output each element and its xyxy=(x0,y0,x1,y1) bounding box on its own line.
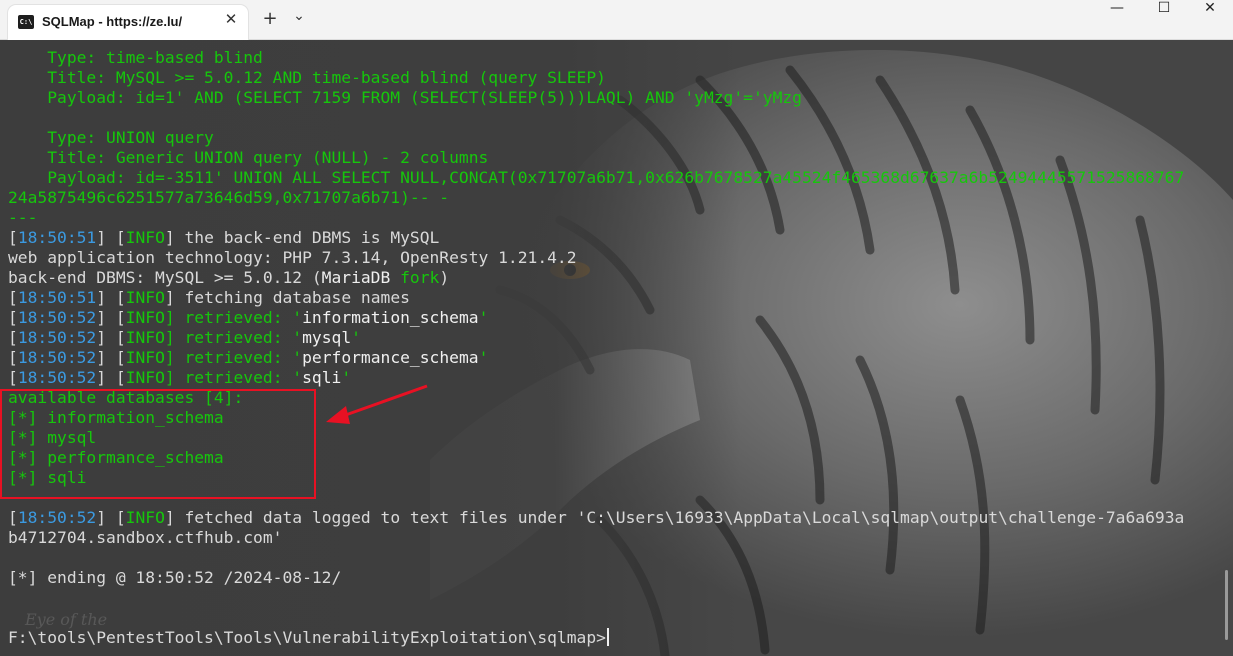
terminal-text-segment: INFO xyxy=(125,368,165,387)
terminal-line: --- xyxy=(8,208,1223,228)
terminal-text-segment: ) xyxy=(439,268,450,287)
terminal-text-segment: back-end DBMS: MySQL >= 5.0.12 ( xyxy=(8,268,322,287)
terminal-text-segment: web application technology: PHP 7.3.14, … xyxy=(8,248,577,267)
scrollbar[interactable] xyxy=(1225,570,1228,640)
terminal-text-segment: information_schema xyxy=(302,308,479,327)
terminal-text-segment: b4712704.sandbox.ctfhub.com' xyxy=(8,528,283,547)
terminal-text-segment: INFO xyxy=(125,508,165,527)
minimize-button[interactable]: — xyxy=(1094,0,1140,40)
terminal-line: back-end DBMS: MySQL >= 5.0.12 (MariaDB … xyxy=(8,268,1223,288)
terminal-text-segment: ' xyxy=(478,308,489,327)
text-cursor xyxy=(606,628,609,646)
terminal-line: Payload: id=-3511' UNION ALL SELECT NULL… xyxy=(8,168,1223,188)
terminal-line: [18:50:52] [INFO] retrieved: 'sqli' xyxy=(8,368,1223,388)
terminal-line: Type: time-based blind xyxy=(8,48,1223,68)
terminal-text-segment: [ xyxy=(8,308,18,327)
terminal-line: b4712704.sandbox.ctfhub.com' xyxy=(8,528,1223,548)
terminal-text-segment: fork xyxy=(400,268,440,287)
close-window-button[interactable]: ✕ xyxy=(1187,0,1233,40)
terminal-text-segment: mysql xyxy=(302,328,352,347)
tab-sqlmap[interactable]: C:\ SQLMap - https://ze.lu/ ✕ xyxy=(8,5,248,40)
terminal-line: Type: UNION query xyxy=(8,128,1223,148)
terminal-line: web application technology: PHP 7.3.14, … xyxy=(8,248,1223,268)
terminal-line: [18:50:51] [INFO] the back-end DBMS is M… xyxy=(8,228,1223,248)
terminal-text-segment: ] retrieved: ' xyxy=(164,308,303,327)
terminal-text-segment: ] retrieved: ' xyxy=(164,328,303,347)
title-bar: C:\ SQLMap - https://ze.lu/ ✕ + ⌄ — ☐ ✕ xyxy=(0,0,1233,40)
terminal-text-segment: performance_schema xyxy=(302,348,479,367)
terminal-text-segment: [ xyxy=(8,368,18,387)
terminal-line: 24a5875496c6251577a73646d59,0x71707a6b71… xyxy=(8,188,1223,208)
terminal-text-segment: F:\tools\PentestTools\Tools\Vulnerabilit… xyxy=(8,628,606,647)
terminal-text-segment: ' xyxy=(478,348,489,367)
terminal-text-segment: 18:50:51 xyxy=(17,228,97,247)
terminal-text-segment: ] [ xyxy=(96,328,126,347)
terminal-line: [18:50:52] [INFO] fetched data logged to… xyxy=(8,508,1223,528)
terminal-line: [*] ending @ 18:50:52 /2024-08-12/ xyxy=(8,568,1223,588)
terminal-text-segment: 24a5875496c6251577a73646d59,0x71707a6b71… xyxy=(8,188,450,207)
terminal-line: [18:50:52] [INFO] retrieved: 'performanc… xyxy=(8,348,1223,368)
terminal-text-segment: Title: MySQL >= 5.0.12 AND time-based bl… xyxy=(8,68,606,87)
terminal-text-segment: [ xyxy=(8,228,18,247)
close-tab-icon[interactable]: ✕ xyxy=(220,10,242,32)
terminal-text-segment: Payload: id=1' AND (SELECT 7159 FROM (SE… xyxy=(8,88,802,107)
terminal-text-segment: ] the back-end DBMS is MySQL xyxy=(164,228,440,247)
terminal-text-segment: INFO xyxy=(125,328,165,347)
terminal-text-segment: [ xyxy=(8,328,18,347)
terminal-text-segment: ] [ xyxy=(96,368,126,387)
highlight-box xyxy=(0,389,316,499)
maximize-button[interactable]: ☐ xyxy=(1141,0,1187,40)
terminal-text-segment: ] [ xyxy=(96,228,126,247)
terminal-window: C:\ SQLMap - https://ze.lu/ ✕ + ⌄ — ☐ ✕ xyxy=(0,0,1233,656)
terminal-text-segment: Payload: id=-3511' UNION ALL SELECT NULL… xyxy=(8,168,1185,187)
terminal-text-segment: ] [ xyxy=(96,348,126,367)
terminal-text-segment: Type: UNION query xyxy=(8,128,214,147)
terminal-text-segment: ] retrieved: ' xyxy=(164,348,303,367)
terminal-text-segment: 18:50:52 xyxy=(17,348,97,367)
terminal-text-segment: 18:50:52 xyxy=(17,508,97,527)
terminal-text-segment: ' xyxy=(351,328,361,347)
terminal-text-segment: INFO xyxy=(125,348,165,367)
terminal-text-segment: MariaDB xyxy=(321,268,401,287)
terminal-text-segment: Title: Generic UNION query (NULL) - 2 co… xyxy=(8,148,489,167)
terminal-text-segment: ] fetching database names xyxy=(164,288,410,307)
terminal-text-segment: 18:50:52 xyxy=(17,328,97,347)
terminal-text-segment: [ xyxy=(8,508,18,527)
terminal-line: Title: MySQL >= 5.0.12 AND time-based bl… xyxy=(8,68,1223,88)
terminal-line: [18:50:51] [INFO] fetching database name… xyxy=(8,288,1223,308)
terminal-text-segment: 18:50:51 xyxy=(17,288,97,307)
terminal-text-segment: [*] ending @ 18:50:52 /2024-08-12/ xyxy=(8,568,342,587)
terminal-text-segment: 18:50:52 xyxy=(17,368,97,387)
terminal-line: Title: Generic UNION query (NULL) - 2 co… xyxy=(8,148,1223,168)
terminal-text-segment: --- xyxy=(8,208,38,227)
terminal-text-segment: ] [ xyxy=(96,288,126,307)
terminal-text-segment: [ xyxy=(8,348,18,367)
terminal-line: [18:50:52] [INFO] retrieved: 'informatio… xyxy=(8,308,1223,328)
terminal-line: Payload: id=1' AND (SELECT 7159 FROM (SE… xyxy=(8,88,1223,108)
terminal-text-segment: [ xyxy=(8,288,18,307)
terminal-line: [18:50:52] [INFO] retrieved: 'mysql' xyxy=(8,328,1223,348)
tab-title: SQLMap - https://ze.lu/ xyxy=(42,14,183,29)
command-prompt-line: F:\tools\PentestTools\Tools\Vulnerabilit… xyxy=(8,628,1223,648)
red-arrow-icon xyxy=(326,384,428,424)
terminal-text-segment: INFO xyxy=(125,308,165,327)
terminal-text-segment: ] retrieved: ' xyxy=(164,368,303,387)
terminal-output[interactable]: Type: time-based blind Title: MySQL >= 5… xyxy=(8,48,1223,648)
terminal-text-segment: ] [ xyxy=(96,508,126,527)
terminal-text-segment: INFO xyxy=(125,288,165,307)
new-tab-button[interactable]: + xyxy=(256,8,284,34)
terminal-pane[interactable]: Eye of the Type: time-based blind Title:… xyxy=(0,40,1233,656)
terminal-text-segment: Type: time-based blind xyxy=(8,48,263,67)
tab-dropdown-chevron-down-icon[interactable]: ⌄ xyxy=(285,8,313,34)
terminal-text-segment: ] fetched data logged to text files unde… xyxy=(164,508,1185,527)
terminal-text-segment: 18:50:52 xyxy=(17,308,97,327)
terminal-text-segment: ] [ xyxy=(96,308,126,327)
terminal-icon: C:\ xyxy=(18,15,34,29)
terminal-text-segment: INFO xyxy=(125,228,165,247)
